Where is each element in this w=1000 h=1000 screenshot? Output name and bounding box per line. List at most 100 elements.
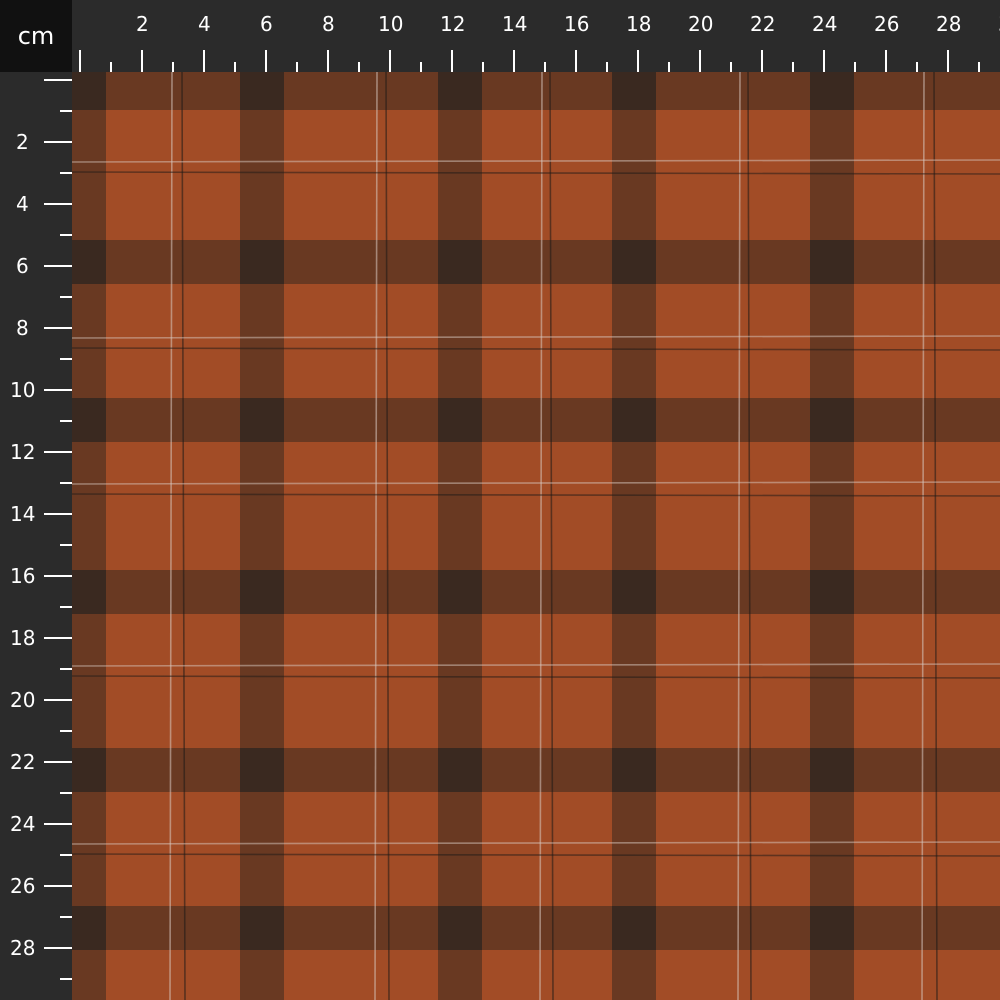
left-ruler-label: 24: [10, 812, 36, 836]
left-ruler-major-tick: [44, 699, 72, 701]
top-ruler-minor-tick: [296, 62, 298, 72]
top-ruler-minor-tick: [730, 62, 732, 72]
vertical-band: [612, 72, 656, 1000]
top-ruler-label: 20: [688, 12, 714, 36]
top-ruler-minor-tick: [606, 62, 608, 72]
band-crossing: [438, 570, 482, 614]
unit-label: cm: [0, 0, 72, 72]
top-ruler-major-tick: [327, 50, 329, 72]
band-crossing: [612, 748, 656, 792]
left-ruler-label: 28: [10, 936, 36, 960]
fabric-base: [72, 72, 1000, 1000]
top-ruler-major-tick: [513, 50, 515, 72]
top-ruler-label: 12: [440, 12, 466, 36]
top-ruler-label: 2: [136, 12, 149, 36]
plaid-pattern: [72, 72, 1000, 1000]
top-ruler-major-tick: [637, 50, 639, 72]
left-ruler-minor-tick: [60, 978, 72, 980]
left-ruler-minor-tick: [60, 420, 72, 422]
band-crossing: [810, 906, 854, 950]
top-ruler-minor-tick: [978, 62, 980, 72]
left-ruler-label: 26: [10, 874, 36, 898]
band-crossing: [240, 240, 284, 284]
left-ruler-major-tick: [44, 947, 72, 949]
horizontal-band: [72, 72, 1000, 110]
band-crossing: [72, 906, 106, 950]
top-ruler-minor-tick: [482, 62, 484, 72]
left-ruler-label: 20: [10, 688, 36, 712]
left-ruler-major-tick: [44, 637, 72, 639]
left-ruler-label: 6: [16, 254, 29, 278]
left-ruler-minor-tick: [60, 668, 72, 670]
vertical-band: [438, 72, 482, 1000]
top-ruler-label: 8: [322, 12, 335, 36]
left-ruler-major-tick: [44, 79, 72, 81]
band-crossing: [240, 906, 284, 950]
top-ruler-label: 22: [750, 12, 776, 36]
band-crossing: [72, 398, 106, 442]
horizontal-band: [72, 398, 1000, 442]
top-ruler-major-tick: [947, 50, 949, 72]
band-crossing: [810, 398, 854, 442]
top-ruler-major-tick: [141, 50, 143, 72]
left-ruler-label: 12: [10, 440, 36, 464]
top-ruler-label: 28: [936, 12, 962, 36]
top-ruler-major-tick: [885, 50, 887, 72]
left-ruler-minor-tick: [60, 854, 72, 856]
band-crossing: [240, 748, 284, 792]
top-ruler-minor-tick: [916, 62, 918, 72]
left-ruler-minor-tick: [60, 606, 72, 608]
top-ruler-major-tick: [451, 50, 453, 72]
top-ruler-major-tick: [203, 50, 205, 72]
top-ruler-minor-tick: [854, 62, 856, 72]
band-crossing: [72, 72, 106, 110]
top-ruler-label: 14: [502, 12, 528, 36]
top-ruler-major-tick: [761, 50, 763, 72]
top-ruler-major-tick: [823, 50, 825, 72]
vertical-band: [810, 72, 854, 1000]
left-ruler-major-tick: [44, 575, 72, 577]
horizontal-band: [72, 748, 1000, 792]
left-ruler-minor-tick: [60, 358, 72, 360]
top-ruler-minor-tick: [358, 62, 360, 72]
band-crossing: [72, 240, 106, 284]
left-ruler-major-tick: [44, 513, 72, 515]
top-ruler-minor-tick: [420, 62, 422, 72]
band-crossing: [240, 570, 284, 614]
left-ruler: 24681012141618202224262830: [0, 72, 72, 1000]
band-crossing: [612, 398, 656, 442]
fabric-swatch: [72, 72, 1000, 1000]
left-ruler-minor-tick: [60, 296, 72, 298]
band-crossing: [612, 906, 656, 950]
left-ruler-minor-tick: [60, 234, 72, 236]
band-crossing: [438, 906, 482, 950]
band-crossing: [240, 72, 284, 110]
top-ruler-minor-tick: [172, 62, 174, 72]
top-ruler-minor-tick: [110, 62, 112, 72]
horizontal-band: [72, 570, 1000, 614]
left-ruler-label: 8: [16, 316, 29, 340]
top-ruler-major-tick: [265, 50, 267, 72]
left-ruler-label: 4: [16, 192, 29, 216]
band-crossing: [810, 240, 854, 284]
vertical-band: [72, 72, 106, 1000]
horizontal-band: [72, 906, 1000, 950]
left-ruler-label: 2: [16, 130, 29, 154]
left-ruler-major-tick: [44, 451, 72, 453]
top-ruler-label: 18: [626, 12, 652, 36]
left-ruler-label: 18: [10, 626, 36, 650]
left-ruler-minor-tick: [60, 172, 72, 174]
left-ruler-minor-tick: [60, 544, 72, 546]
horizontal-band: [72, 240, 1000, 284]
top-ruler-major-tick: [699, 50, 701, 72]
left-ruler-major-tick: [44, 265, 72, 267]
left-ruler-major-tick: [44, 203, 72, 205]
top-ruler-label: 16: [564, 12, 590, 36]
top-ruler-label: 24: [812, 12, 838, 36]
left-ruler-minor-tick: [60, 482, 72, 484]
band-crossing: [438, 398, 482, 442]
left-ruler-minor-tick: [60, 110, 72, 112]
band-crossing: [810, 72, 854, 110]
left-ruler-minor-tick: [60, 916, 72, 918]
band-crossing: [810, 570, 854, 614]
